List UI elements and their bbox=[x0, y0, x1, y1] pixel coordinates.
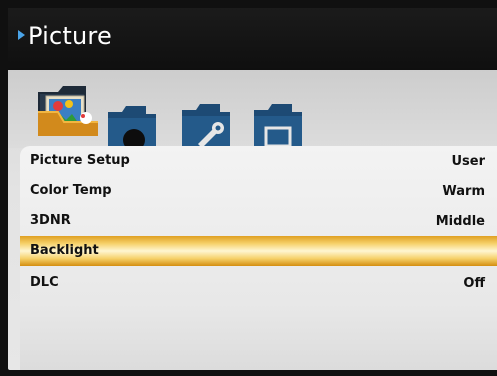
menu-item-picture-setup[interactable]: Picture Setup User bbox=[20, 146, 497, 176]
page-title: Picture bbox=[28, 22, 112, 50]
picture-settings-list: Picture Setup User Color Temp Warm 3DNR … bbox=[20, 146, 497, 370]
menu-item-value: Warm bbox=[442, 184, 485, 199]
menu-header: Picture bbox=[8, 8, 497, 70]
header-arrow-icon bbox=[18, 30, 25, 40]
menu-item-label: Picture Setup bbox=[30, 153, 130, 168]
menu-item-label: DLC bbox=[30, 275, 59, 290]
menu-item-label: 3DNR bbox=[30, 213, 71, 228]
menu-item-backlight[interactable]: Backlight bbox=[20, 236, 497, 266]
menu-item-label: Backlight bbox=[30, 243, 99, 258]
picture-folder-icon[interactable] bbox=[36, 82, 102, 142]
menu-panel: Picture Setup User Color Temp Warm 3DNR … bbox=[8, 70, 497, 370]
sound-folder-icon[interactable] bbox=[106, 104, 158, 152]
category-tabs bbox=[8, 70, 497, 151]
menu-item-3dnr[interactable]: 3DNR Middle bbox=[20, 206, 497, 236]
screen-folder-icon[interactable] bbox=[252, 102, 304, 152]
menu-item-dlc[interactable]: DLC Off bbox=[20, 268, 497, 298]
menu-item-color-temp[interactable]: Color Temp Warm bbox=[20, 176, 497, 206]
tv-screen: Picture Picture Setup User Color Temp Wa… bbox=[0, 0, 497, 376]
menu-item-value: User bbox=[451, 154, 485, 169]
menu-item-value: Off bbox=[463, 276, 485, 291]
menu-item-value: Middle bbox=[435, 214, 485, 229]
setup-folder-icon[interactable] bbox=[180, 102, 232, 152]
menu-item-label: Color Temp bbox=[30, 183, 112, 198]
